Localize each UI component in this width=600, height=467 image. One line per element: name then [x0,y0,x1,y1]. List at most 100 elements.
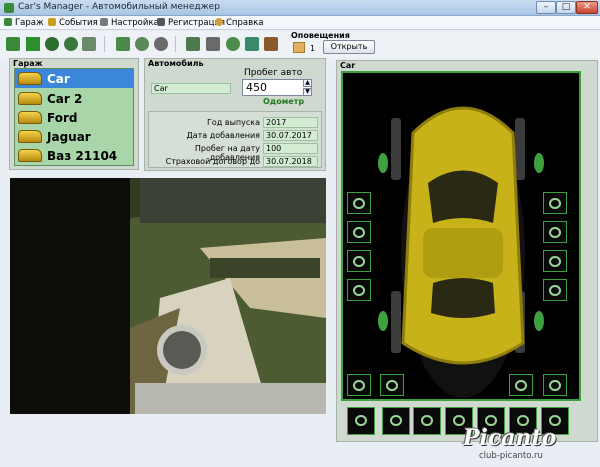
open-button[interactable]: Открыть [323,40,375,54]
headlight-icon [353,198,365,209]
oil-level-button[interactable] [347,374,371,396]
garage-item-label: Car 2 [47,92,83,106]
car-icon [18,111,42,124]
settings-icon[interactable] [135,37,149,51]
fan-icon [515,380,527,391]
clock-icon[interactable] [154,37,168,51]
car-photo [10,178,326,414]
garage-list[interactable]: Car Car 2 Ford Jaguar Ваз 21104 [14,68,134,166]
brakes-button[interactable] [543,221,567,243]
garage-label: Гараж [13,59,43,68]
fuel-button[interactable] [413,407,441,435]
car-icon [18,92,42,105]
odometer-label: Одометр [263,97,305,106]
garage-item-car-2[interactable]: Car 2 [15,89,133,108]
menu-garage[interactable]: Гараж [4,18,44,29]
garage-item-label: Ваз 21104 [47,149,118,163]
car-name-field[interactable]: Car [151,83,231,94]
ac-icon [549,380,561,391]
year-field[interactable]: 2017 [263,117,318,128]
notifications-title: Оповещения [291,31,350,40]
toolbar-separator [104,36,105,52]
mileage-at-date-field[interactable]: 100 [263,143,318,154]
document-icon[interactable] [116,37,130,51]
notifications-count: 1 [310,44,316,53]
low-beam-icon [353,227,365,238]
window-title: Car's Manager - Автомобильный менеджер [18,2,220,12]
page-icon[interactable] [186,37,200,51]
menu-label: Гараж [15,18,44,28]
fuel-icon [421,415,433,426]
insurance-label: Страховой договор до [165,157,260,166]
oil-level-icon [353,380,365,391]
gear-icon[interactable] [226,37,240,51]
sort-icon[interactable] [26,37,40,51]
suspension-button[interactable] [543,279,567,301]
ventilation-button[interactable] [509,374,533,396]
year-label: Год выпуска [207,118,260,127]
filter-button[interactable] [382,407,410,435]
car-photo-image [10,178,326,414]
minimize-button[interactable]: – [536,1,556,14]
toolbar-separator [175,36,176,52]
delete-icon[interactable] [45,37,59,51]
car-icon [18,149,42,162]
maximize-button[interactable]: □ [556,1,576,14]
steering-wheel-icon [386,380,398,391]
filter-icon [390,415,402,426]
menu-label: События [59,18,98,28]
menu-label: Настройка [111,18,159,28]
suspension-icon [549,285,561,296]
garage-item-ford[interactable]: Ford [15,108,133,127]
walk-icon[interactable] [82,37,96,51]
brake-disc-icon [549,198,561,209]
garage-item-jaguar[interactable]: Jaguar [15,127,133,146]
car-body-icon [353,285,365,296]
car-wash-icon[interactable] [245,37,259,51]
mileage-label: Пробег авто [244,68,303,78]
menu-events[interactable]: События [48,18,98,29]
car-icon [18,130,42,143]
steering-button[interactable] [380,374,404,396]
wrench-icon [100,18,108,26]
watermark-logo: Picanto [463,425,557,451]
headlights-button[interactable] [347,192,371,214]
insurance-field[interactable]: 30.07.2018 [263,156,318,167]
fog-light-icon [353,256,365,267]
close-button[interactable]: ✕ [576,1,598,14]
air-conditioning-button[interactable] [543,374,567,396]
garage-item-label: Car [47,72,70,86]
dollar-icon [48,18,56,26]
toolbox-icon[interactable] [264,37,278,51]
spin-down-icon[interactable]: ▼ [303,88,312,96]
date-added-field[interactable]: 30.07.2017 [263,130,318,141]
menu-settings[interactable]: Настройка [100,18,159,29]
car-icon [4,18,12,26]
wheel-icon[interactable] [64,37,78,51]
car-icon[interactable] [6,37,20,51]
title-bar: Car's Manager - Автомобильный менеджер –… [0,0,600,16]
menu-bar: Гараж События Настройка Регистрация Спра… [0,16,600,30]
garage-item-car[interactable]: Car [15,69,133,88]
battery-button[interactable] [347,407,375,435]
pulley-button[interactable] [543,250,567,272]
fog-lights-button[interactable] [347,250,371,272]
spin-up-icon[interactable]: ▲ [303,79,312,87]
brake-icon [549,227,561,238]
app-icon [4,3,14,13]
register-icon [157,18,165,26]
watermark: Picanto club-picanto.ru [445,425,595,463]
garage-item-label: Jaguar [47,130,91,144]
mileage-input[interactable]: 450 [242,79,312,96]
brake-disc-button[interactable] [543,192,567,214]
tools-icon[interactable] [206,37,220,51]
garage-item-vaz[interactable]: Ваз 21104 [15,146,133,165]
date-added-label: Дата добавления [186,131,260,140]
watermark-url: club-picanto.ru [479,451,543,461]
car-panel-label: Car [340,61,356,70]
battery-icon [355,415,367,426]
help-icon [215,18,223,26]
low-beam-button[interactable] [347,221,371,243]
body-button[interactable] [347,279,371,301]
menu-help[interactable]: Справка [215,18,263,29]
